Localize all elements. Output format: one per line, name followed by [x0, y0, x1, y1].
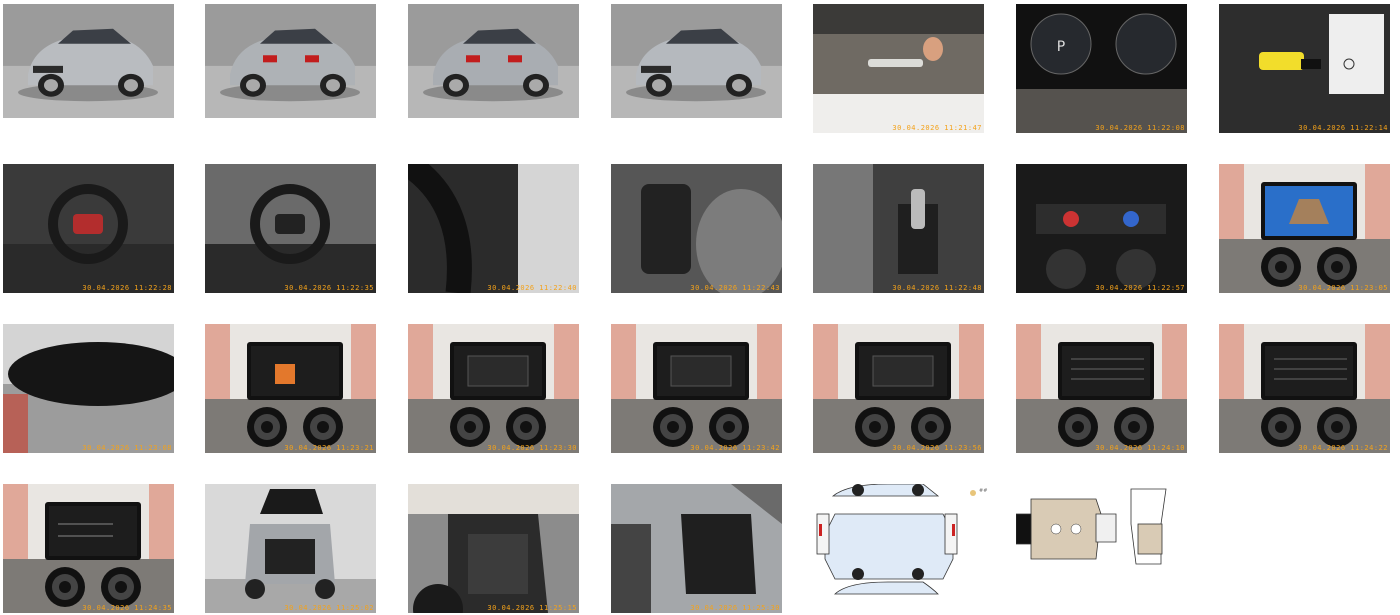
- infotainment-list-image: [1219, 324, 1390, 453]
- photo-timestamp: 30.04.2026 11:23:21: [284, 444, 374, 452]
- infotainment-info-image: [3, 484, 174, 613]
- photo-thumbnail[interactable]: 30.04.2026 11:22:35: [205, 164, 376, 293]
- photo-thumbnail[interactable]: 30.04.2026 11:25:02: [205, 484, 376, 613]
- photo-thumbnail[interactable]: [1016, 484, 1187, 613]
- photo-timestamp: 30.04.2026 11:24:10: [1095, 444, 1185, 452]
- legend-dot-icon: [970, 490, 976, 496]
- photo-timestamp: 30.04.2026 11:23:08: [82, 444, 172, 452]
- photo-thumbnail[interactable]: 30.04.2026 11:24:35: [3, 484, 174, 613]
- trunk-open-image: [205, 484, 376, 613]
- photo-thumbnail[interactable]: P 30.04.2026 11:22:08: [1016, 4, 1187, 133]
- damage-diagram-exterior-image: [813, 484, 984, 613]
- key-and-manual-image: [1219, 4, 1390, 133]
- infotainment-rear-camera-image: [1219, 164, 1390, 293]
- photo-timestamp: 30.04.2026 11:22:40: [487, 284, 577, 292]
- instrument-cluster-image: P: [1016, 4, 1187, 133]
- infotainment-dialog-image: [813, 324, 984, 453]
- photo-timestamp: 30.04.2026 11:22:48: [892, 284, 982, 292]
- photo-timestamp: 30.04.2026 11:22:28: [82, 284, 172, 292]
- infotainment-dialog-image: [408, 324, 579, 453]
- photo-thumbnail[interactable]: [205, 4, 376, 118]
- photo-thumbnail[interactable]: 30.04.2026 11:25:30: [611, 484, 782, 613]
- photo-timestamp: 30.04.2026 11:25:02: [284, 604, 374, 612]
- photo-timestamp: 30.04.2026 11:22:14: [1298, 124, 1388, 132]
- door-panel-switches-image: [611, 164, 782, 293]
- windshield-image: [813, 4, 984, 133]
- infotainment-list-image: [1016, 324, 1187, 453]
- car-exterior-rear-right-image: [408, 4, 579, 118]
- steering-column-stalk-image: [408, 164, 579, 293]
- photo-timestamp: 30.04.2026 11:25:30: [690, 604, 780, 612]
- damage-diagram-interior-image: [1016, 484, 1187, 613]
- rear-view-mirror-image: [3, 324, 174, 453]
- svg-text:P: P: [1057, 39, 1065, 55]
- photo-timestamp: 30.04.2026 11:21:47: [892, 124, 982, 132]
- photo-thumbnail[interactable]: [611, 4, 782, 118]
- photo-thumbnail[interactable]: 30.04.2026 11:24:10: [1016, 324, 1187, 453]
- photo-thumbnail[interactable]: 30.04.2026 11:22:14: [1219, 4, 1390, 133]
- photo-thumbnail[interactable]: 30.04.2026 11:23:21: [205, 324, 376, 453]
- photo-thumbnail[interactable]: 30.04.2026 11:22:43: [611, 164, 782, 293]
- photo-timestamp: 30.04.2026 11:22:57: [1095, 284, 1185, 292]
- photo-thumbnail[interactable]: 30.04.2026 11:22:48: [813, 164, 984, 293]
- photo-timestamp: 30.04.2026 11:22:08: [1095, 124, 1185, 132]
- photo-thumbnail[interactable]: 30.04.2026 11:22:57: [1016, 164, 1187, 293]
- photo-thumbnail[interactable]: 30.04.2026 11:25:15: [408, 484, 579, 613]
- photo-timestamp: 30.04.2026 11:23:56: [892, 444, 982, 452]
- legend-label: ##: [979, 488, 988, 494]
- photo-thumbnail[interactable]: 30.04.2026 11:22:40: [408, 164, 579, 293]
- photo-thumbnail[interactable]: [3, 4, 174, 118]
- car-exterior-front-left-image: [3, 4, 174, 118]
- rear-seats-image: [408, 484, 579, 613]
- climate-controls-image: [1016, 164, 1187, 293]
- photo-thumbnail[interactable]: 30.04.2026 11:23:42: [611, 324, 782, 453]
- photo-thumbnail[interactable]: 30.04.2026 11:23:08: [3, 324, 174, 453]
- photo-timestamp: 30.04.2026 11:22:35: [284, 284, 374, 292]
- photo-timestamp: 30.04.2026 11:24:22: [1298, 444, 1388, 452]
- photo-thumbnail[interactable]: 30.04.2026 11:21:47: [813, 4, 984, 133]
- instrument-cluster-on-image: [3, 164, 174, 293]
- photo-timestamp: 30.04.2026 11:23:30: [487, 444, 577, 452]
- photo-timestamp: 30.04.2026 11:22:43: [690, 284, 780, 292]
- photo-thumbnail[interactable]: 30.04.2026 11:23:05: [1219, 164, 1390, 293]
- photo-thumbnail[interactable]: 30.04.2026 11:24:22: [1219, 324, 1390, 453]
- car-exterior-rear-left-image: [205, 4, 376, 118]
- photo-thumbnail[interactable]: 30.04.2026 11:23:56: [813, 324, 984, 453]
- photo-thumbnail[interactable]: [408, 4, 579, 118]
- photo-timestamp: 30.04.2026 11:23:42: [690, 444, 780, 452]
- steering-wheel-image: [205, 164, 376, 293]
- photo-timestamp: 30.04.2026 11:25:15: [487, 604, 577, 612]
- car-exterior-front-right-image: [611, 4, 782, 118]
- infotainment-menu-image: [205, 324, 376, 453]
- gear-selector-image: [813, 164, 984, 293]
- infotainment-dialog-image: [611, 324, 782, 453]
- photo-thumbnail[interactable]: 30.04.2026 11:22:28: [3, 164, 174, 293]
- photo-timestamp: 30.04.2026 11:24:35: [82, 604, 172, 612]
- front-seats-image: [611, 484, 782, 613]
- photo-thumbnail[interactable]: 30.04.2026 11:23:30: [408, 324, 579, 453]
- photo-timestamp: 30.04.2026 11:23:05: [1298, 284, 1388, 292]
- photo-thumbnail[interactable]: [813, 484, 984, 613]
